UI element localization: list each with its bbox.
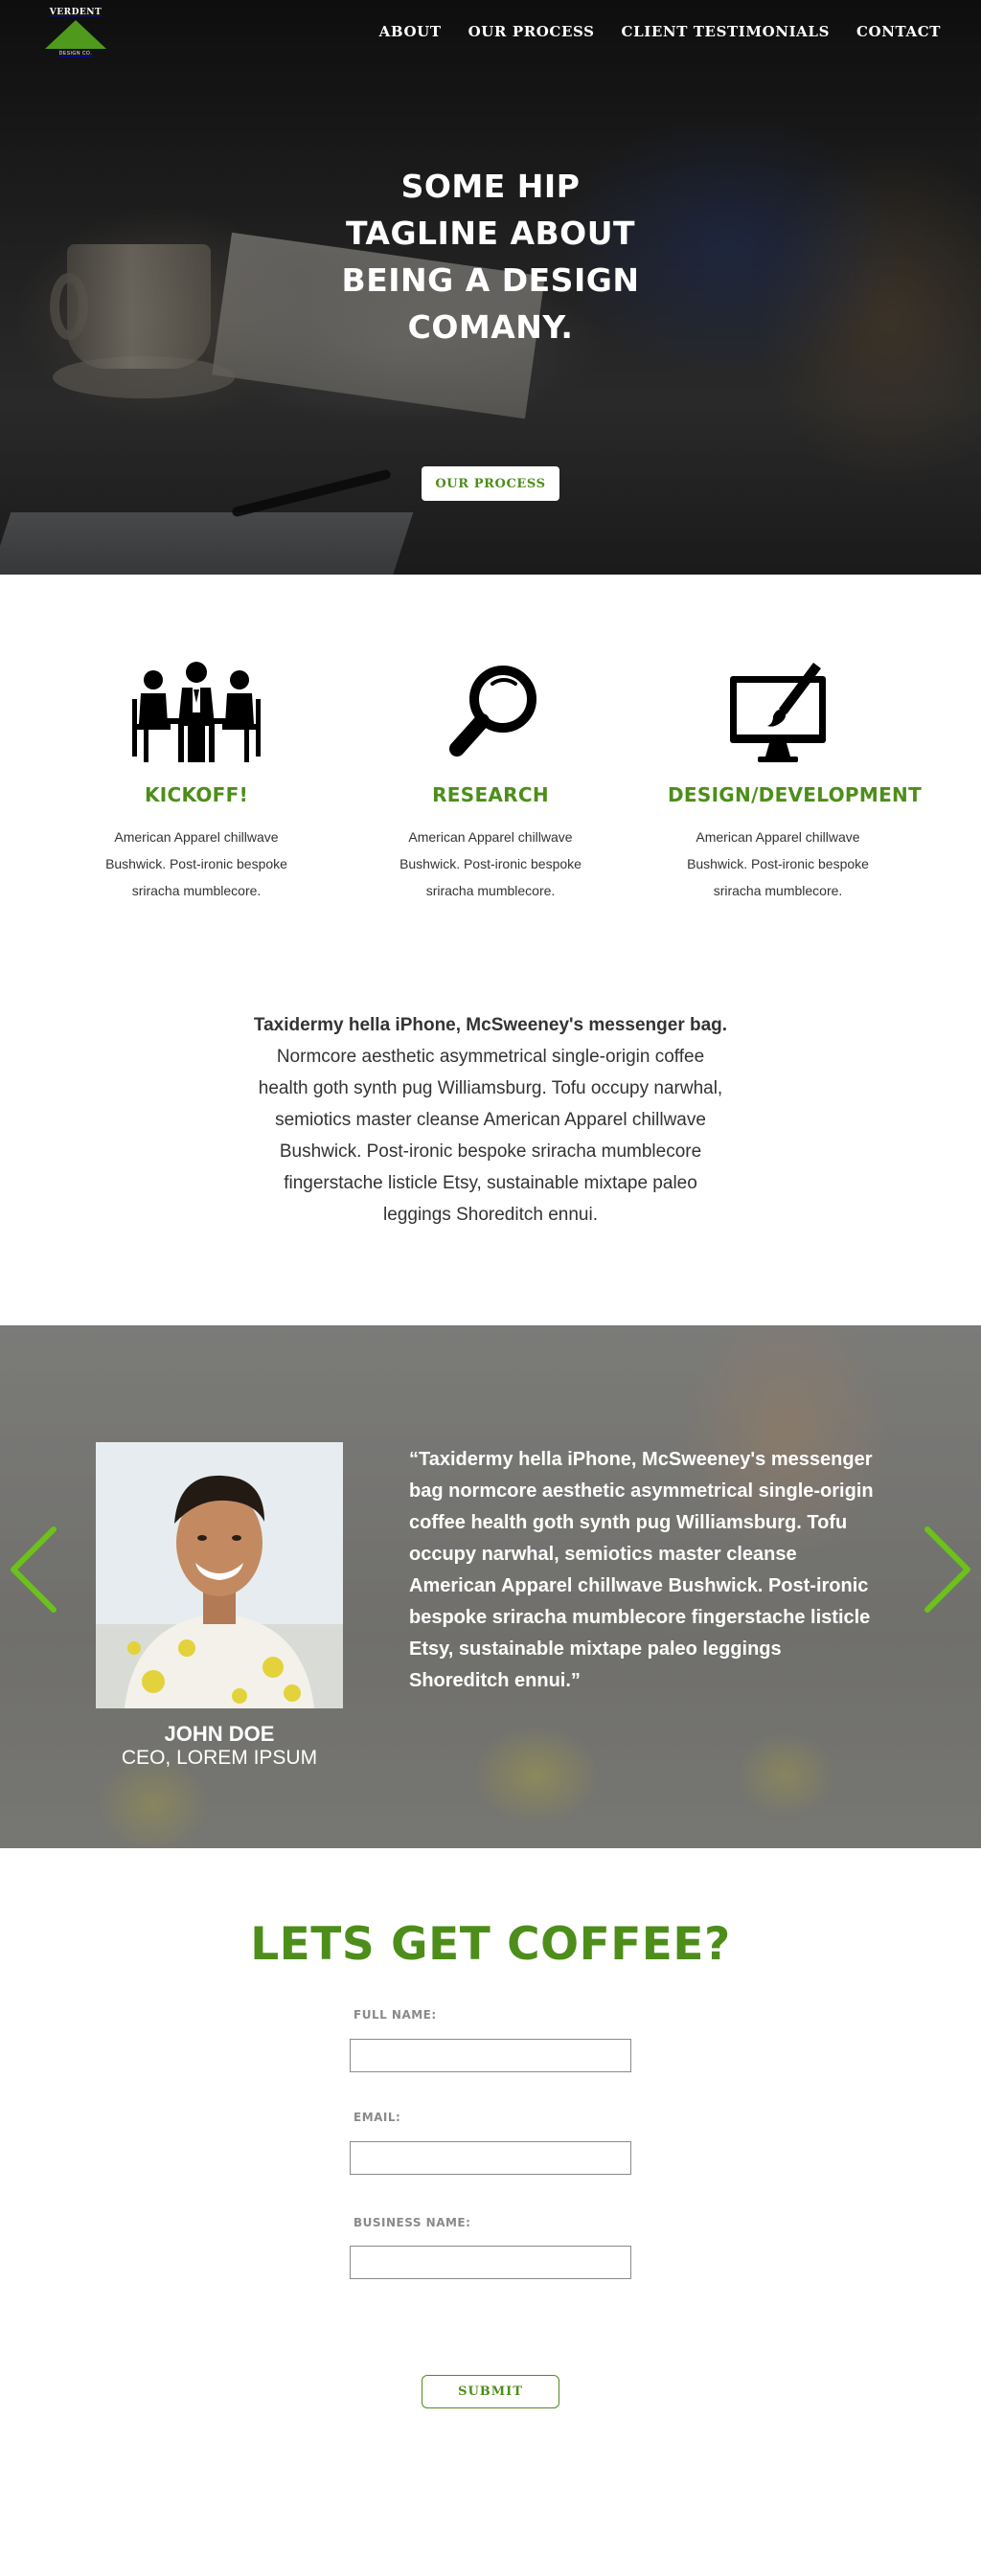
full-name-field[interactable] [350,2039,631,2072]
tagline-part: COMANY. [407,308,574,346]
brand-logo[interactable]: VERDENT DESIGN CO. [42,8,109,63]
nav-item-our-process[interactable]: OUR PROCESS [468,23,595,40]
email-field[interactable] [350,2141,631,2175]
portrait-photo [96,1442,343,1708]
business-name-label: BUSINESS NAME: [354,2216,471,2229]
process-step-research: RESEARCH American Apparel chillwave Bush… [380,661,601,904]
step-description: American Apparel chillwave Bushwick. Pos… [399,829,582,898]
nav-links: ABOUT OUR PROCESS CLIENT TESTIMONIALS CO… [379,23,941,40]
process-section: KICKOFF! American Apparel chillwave Bush… [0,575,981,1322]
full-name-label: FULL NAME: [354,2008,437,2022]
tagline-part: BEING A [341,261,502,299]
step-title: KICKOFF! [144,783,249,806]
monitor-brush-icon [730,663,826,762]
testimonial-section: “Taxidermy hella iPhone, McSweeney's mes… [0,1325,981,1848]
brand-name: VERDENT [49,8,103,17]
step-description: American Apparel chillwave Bushwick. Pos… [105,829,287,898]
tagline-emphasis-design: DESIGN [501,261,640,299]
intro-heading: Taxidermy hella iPhone, McSweeney's mess… [253,1015,728,1035]
submit-button[interactable]: SUBMIT [422,2375,559,2408]
testimonial-role: CEO, LOREM IPSUM [121,1747,318,1769]
nav-item-about[interactable]: ABOUT [379,23,442,40]
business-name-field[interactable] [350,2246,631,2279]
tagline-part: TAGLINE ABOUT [345,215,636,252]
nav-item-client-testimonials[interactable]: CLIENT TESTIMONIALS [622,23,830,40]
contact-section: LETS GET COFFEE? FULL NAME: EMAIL: BUSIN… [0,1848,981,2576]
testimonial-quote: “Taxidermy hella iPhone, McSweeney's mes… [409,1449,874,1691]
step-description: American Apparel chillwave Bushwick. Pos… [687,829,869,898]
tagline-emphasis-hip: HIP [516,168,581,205]
brand-subtitle: DESIGN CO. [58,51,93,56]
top-navigation: VERDENT DESIGN CO. ABOUT OUR PROCESS CLI… [0,0,981,67]
client-portrait [96,1442,343,1708]
nav-item-contact[interactable]: CONTACT [856,23,941,40]
step-title: RESEARCH [432,783,549,806]
next-arrow-icon[interactable] [920,1522,977,1617]
tagline-part: SOME [400,168,517,205]
process-step-design-development: DESIGN/DEVELOPMENT American Apparel chil… [668,661,923,904]
tree-logo-icon [45,20,106,49]
our-process-button[interactable]: OUR PROCESS [422,466,559,501]
intro-body: Normcore aesthetic asymmetrical single-o… [258,1047,723,1225]
contact-title: LETS GET COFFEE? [250,1918,731,1971]
previous-arrow-icon[interactable] [4,1522,61,1617]
hero-section: VERDENT DESIGN CO. ABOUT OUR PROCESS CLI… [0,0,981,575]
intro-text: Taxidermy hella iPhone, McSweeney's mess… [251,1009,730,1231]
magnifier-icon [449,666,536,757]
meeting-icon [132,662,261,762]
hero-tagline: SOME HIP TAGLINE ABOUT BEING A DESIGN CO… [299,163,682,350]
step-title: DESIGN/DEVELOPMENT [668,783,923,806]
process-step-kickoff: KICKOFF! American Apparel chillwave Bush… [86,661,307,904]
email-label: EMAIL: [354,2111,401,2124]
testimonial-name: JOHN DOE [164,1722,275,1746]
